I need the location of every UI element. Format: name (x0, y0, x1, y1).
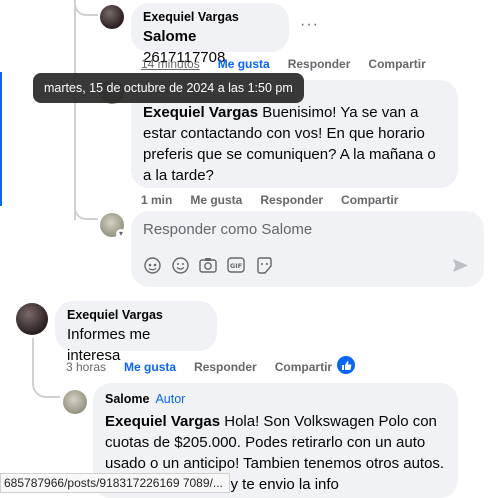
reply-button[interactable]: Responder (288, 57, 351, 71)
camera-icon[interactable] (199, 256, 217, 274)
like-button[interactable]: Me gusta (190, 193, 242, 207)
avatar[interactable] (63, 390, 87, 414)
comment-text: Exequiel Vargas Buenisimo! Ya se van a e… (143, 102, 446, 186)
svg-text:GIF: GIF (230, 262, 242, 270)
comment-actions: 14 minutos Me gusta Responder Compartir (141, 57, 444, 71)
tooltip-text: martes, 15 de octubre de 2024 a las 1:50… (44, 81, 293, 95)
gif-icon[interactable]: GIF (227, 256, 245, 274)
comment-actions: 3 horas Me gusta Responder Compartir (66, 360, 350, 374)
comment-timestamp[interactable]: 3 horas (66, 360, 106, 374)
comment-author[interactable]: Exequiel Vargas (67, 308, 205, 322)
reply-input[interactable]: Responder como Salome GIF (131, 211, 484, 287)
like-button[interactable]: Me gusta (218, 57, 270, 71)
comment-actions: 1 min Me gusta Responder Compartir (141, 193, 416, 207)
avatar[interactable] (100, 5, 124, 29)
comment-timestamp[interactable]: 1 min (141, 193, 172, 207)
like-button[interactable]: Me gusta (124, 360, 176, 374)
reply-button[interactable]: Responder (194, 360, 257, 374)
like-reaction-icon[interactable] (337, 356, 355, 374)
send-icon[interactable] (451, 256, 469, 274)
comment-author[interactable]: Exequiel Vargas (143, 10, 277, 24)
comment-text: Exequiel Vargas Hola! Son Volkswagen Pol… (105, 411, 446, 474)
timestamp-tooltip: martes, 15 de octubre de 2024 a las 1:50… (33, 73, 304, 103)
share-button[interactable]: Compartir (275, 360, 332, 374)
reply-button[interactable]: Responder (260, 193, 323, 207)
share-button[interactable]: Compartir (368, 57, 425, 71)
thread-line (74, 0, 98, 16)
thread-line (32, 366, 60, 398)
thread-line (74, 0, 76, 220)
chevron-down-icon[interactable]: ▾ (116, 229, 126, 239)
avatar[interactable] (16, 303, 48, 335)
mention-link[interactable]: Exequiel Vargas (105, 413, 220, 430)
comment-author-row: Salome Autor (105, 390, 446, 408)
emoji-icon[interactable] (171, 256, 189, 274)
share-button[interactable]: Compartir (341, 193, 398, 207)
comment-author[interactable]: Salome (105, 392, 149, 406)
comment-bubble: Exequiel Vargas Salome 2617117708 (131, 3, 289, 66)
sticker-icon[interactable] (255, 256, 273, 274)
author-badge: Autor (155, 392, 186, 406)
mention-link[interactable]: Exequiel Vargas (143, 104, 258, 121)
status-bar-url: 685787966/posts/918317226169 7089/... (0, 473, 230, 493)
mention-link[interactable]: Salome (143, 28, 196, 45)
avatar-icon[interactable] (143, 256, 161, 274)
thread-line (74, 200, 98, 220)
more-options-icon[interactable]: ··· (300, 16, 319, 34)
comment-bubble: Exequiel Vargas Informes me interesa (55, 301, 217, 364)
selection-marker (0, 72, 2, 206)
comment-timestamp[interactable]: 14 minutos (141, 57, 200, 71)
reply-placeholder: Responder como Salome (143, 221, 313, 238)
